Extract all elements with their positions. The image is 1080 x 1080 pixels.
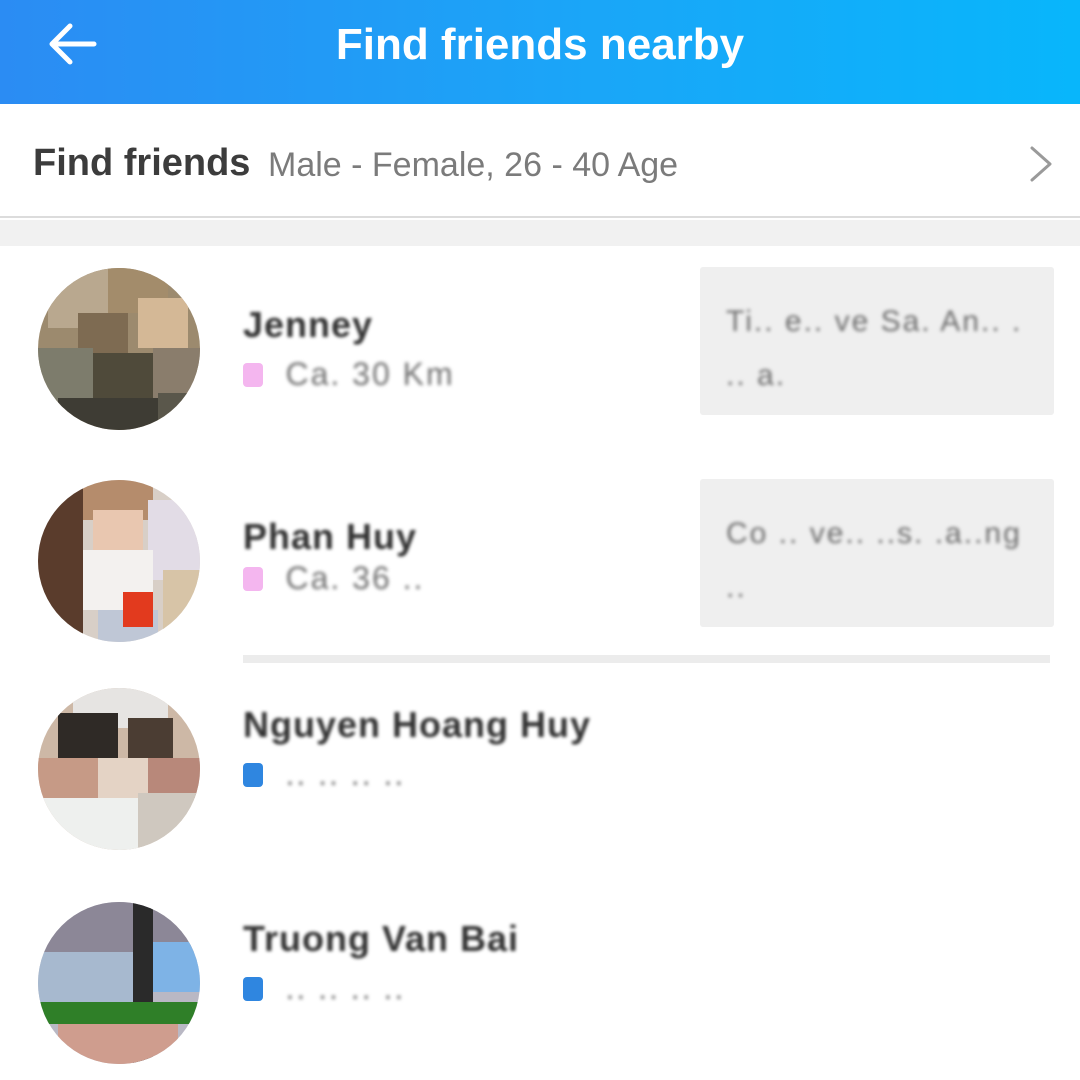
person-distance: .. .. .. .. [285, 970, 406, 1006]
status-note-text: Co .. ve.. ..s. .a..ng .. [726, 517, 1022, 604]
male-icon [243, 762, 263, 787]
avatar [38, 688, 200, 850]
filter-title: Find friends [33, 142, 251, 184]
person-name: Phan Huy [243, 516, 418, 557]
list-item[interactable]: Truong Van Bai .. .. .. .. [0, 890, 1080, 1080]
person-distance: .. .. .. .. [285, 756, 406, 792]
list-item[interactable]: Jenney Ca. 30 Km Ti.. e.. ve Sa. An.. . … [0, 256, 1080, 456]
person-meta: .. .. .. .. [243, 756, 405, 796]
person-name: Jenney [243, 304, 374, 345]
person-distance: Ca. 30 Km [285, 356, 455, 392]
status-note-text: Ti.. e.. ve Sa. An.. . .. a. [726, 305, 1023, 392]
list-divider [243, 655, 1050, 663]
female-icon [243, 362, 263, 387]
male-icon [243, 976, 263, 1001]
app-header: Find friends nearby [0, 0, 1080, 104]
avatar [38, 480, 200, 642]
female-icon [243, 566, 263, 591]
person-meta: .. .. .. .. [243, 970, 405, 1010]
person-name: Nguyen Hoang Huy [243, 704, 592, 745]
avatar [38, 268, 200, 430]
people-list: Jenney Ca. 30 Km Ti.. e.. ve Sa. An.. . … [0, 246, 1080, 1080]
page-title: Find friends nearby [335, 20, 745, 69]
list-item[interactable]: Phan Huy Ca. 36 .. Co .. ve.. ..s. .a..n… [0, 468, 1080, 668]
avatar [38, 902, 200, 1064]
person-name: Truong Van Bai [243, 918, 520, 959]
filter-detail: Male - Female, 26 - 40 Age [268, 146, 679, 184]
status-note: Co .. ve.. ..s. .a..ng .. [700, 479, 1054, 627]
person-meta: Ca. 36 .. [243, 560, 424, 600]
person-distance: Ca. 36 .. [285, 560, 425, 596]
list-item[interactable]: Nguyen Hoang Huy .. .. .. .. [0, 676, 1080, 876]
section-gap [0, 220, 1080, 246]
person-meta: Ca. 30 Km [243, 356, 455, 396]
chevron-right-icon [1030, 146, 1052, 182]
status-note: Ti.. e.. ve Sa. An.. . .. a. [700, 267, 1054, 415]
filter-bar[interactable]: Find friends Male - Female, 26 - 40 Age [0, 106, 1080, 218]
